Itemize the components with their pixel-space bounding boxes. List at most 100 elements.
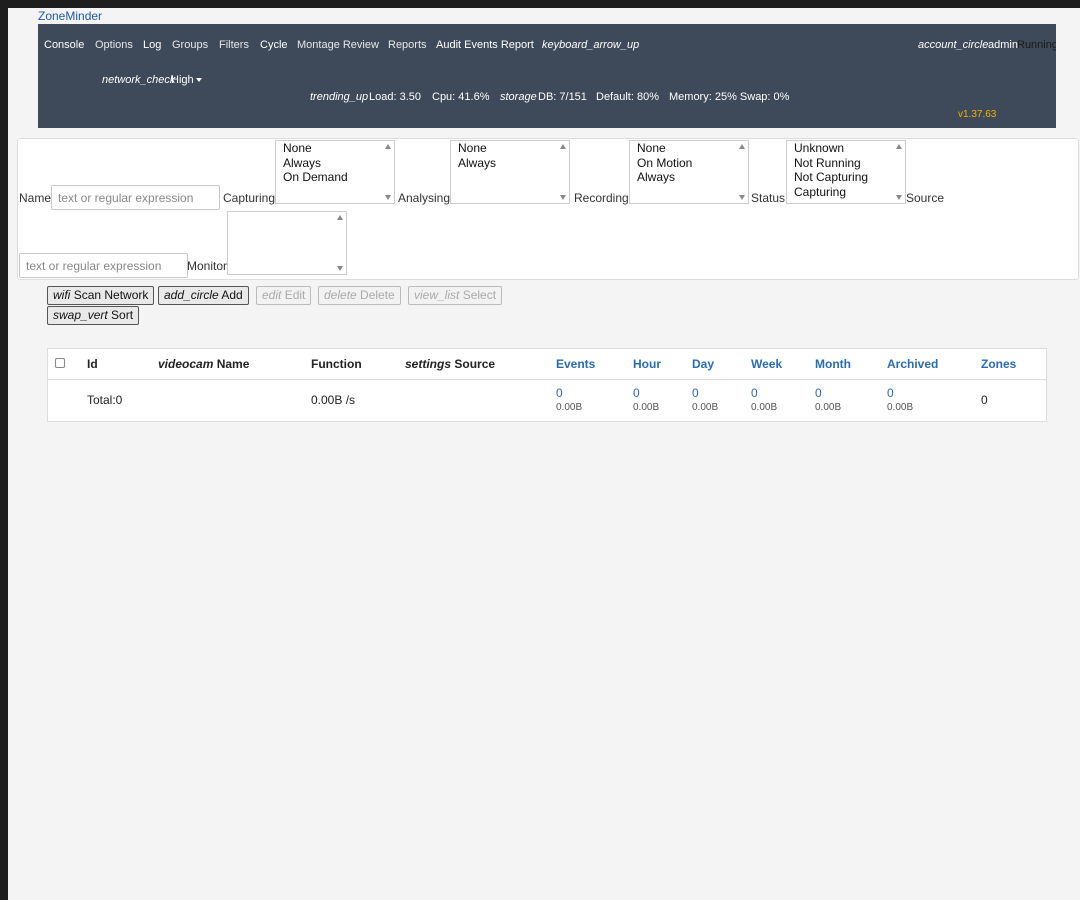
status-option[interactable]: Unknown [787, 141, 905, 156]
archived-size: 0.00B [887, 402, 914, 413]
col-name[interactable]: videocam Name [158, 357, 249, 371]
trending-up-icon: trending_up [310, 91, 369, 103]
cpu-stat: Cpu: 41.6% [432, 91, 490, 103]
brand-link[interactable]: ZoneMinder [38, 9, 102, 23]
recording-select[interactable]: None On Motion Always [629, 140, 749, 204]
user-name[interactable]: admin [988, 39, 1018, 51]
version-link[interactable]: v1.37.63 [958, 109, 996, 120]
capturing-select[interactable]: None Always On Demand [275, 140, 395, 204]
status-label: Status [751, 191, 786, 205]
recording-option[interactable]: None [630, 141, 748, 156]
scroll-down-icon[interactable] [896, 195, 902, 200]
nav-console[interactable]: Console [44, 39, 84, 51]
source-filter-input[interactable] [19, 253, 188, 278]
scrollbar[interactable] [891, 141, 905, 203]
day-count[interactable]: 0 [692, 386, 699, 400]
analysing-option[interactable]: Always [451, 156, 569, 171]
scroll-up-icon[interactable] [337, 215, 343, 220]
col-function[interactable]: Function [311, 357, 362, 371]
nav-reports[interactable]: Reports [388, 39, 427, 51]
col-day[interactable]: Day [692, 357, 714, 371]
monitor-select[interactable] [227, 211, 347, 275]
nav-options[interactable]: Options [95, 39, 133, 51]
hour-count[interactable]: 0 [633, 386, 640, 400]
scrollbar[interactable] [380, 141, 394, 203]
month-count[interactable]: 0 [815, 386, 822, 400]
recording-option[interactable]: On Motion [630, 156, 748, 171]
status-option[interactable]: Not Running [787, 156, 905, 171]
delete-icon: delete [324, 288, 357, 302]
scrollbar[interactable] [734, 141, 748, 203]
col-name-label: Name [216, 357, 250, 371]
archived-count[interactable]: 0 [887, 386, 894, 400]
scroll-down-icon[interactable] [739, 195, 745, 200]
select-label: Select [462, 288, 497, 302]
week-size: 0.00B [751, 402, 778, 413]
status-select[interactable]: Unknown Not Running Not Capturing Captur… [786, 140, 906, 204]
name-filter-input[interactable] [51, 185, 220, 210]
storage-icon: storage [500, 91, 537, 103]
nav-montage-review[interactable]: Montage Review [297, 39, 379, 51]
view-list-icon: view_list [414, 288, 460, 302]
header-divider [48, 379, 1046, 380]
edit-button[interactable]: edit Edit [256, 286, 312, 305]
default-storage-stat: Default: 80% [596, 91, 659, 103]
col-source-label: Source [454, 357, 496, 371]
col-id[interactable]: Id [87, 357, 98, 371]
keyboard-arrow-up-icon[interactable]: keyboard_arrow_up [542, 39, 639, 51]
total-function: 0.00B /s [311, 393, 356, 407]
source-label: Source [906, 191, 945, 205]
col-zones[interactable]: Zones [981, 357, 1016, 371]
scroll-down-icon[interactable] [337, 266, 343, 271]
add-button[interactable]: add_circle Add [158, 286, 249, 305]
caret-down-icon [195, 78, 202, 83]
status-option[interactable]: Not Capturing [787, 170, 905, 185]
sort-button[interactable]: swap_vert Sort [47, 306, 140, 325]
scroll-up-icon[interactable] [385, 144, 391, 149]
scan-network-button[interactable]: wifi Scan Network [47, 286, 155, 305]
bandwidth-dropdown[interactable]: High [171, 74, 202, 86]
account-circle-icon: account_circle [918, 39, 989, 51]
monitor-table: Id videocam Name Function settings Sourc… [47, 348, 1047, 422]
settings-icon: settings [405, 357, 452, 371]
scrollbar[interactable] [332, 212, 346, 274]
col-source[interactable]: settings Source [405, 357, 495, 371]
scroll-up-icon[interactable] [896, 144, 902, 149]
nav-groups[interactable]: Groups [172, 39, 208, 51]
week-count[interactable]: 0 [751, 386, 758, 400]
col-month[interactable]: Month [815, 357, 851, 371]
col-week[interactable]: Week [751, 357, 782, 371]
delete-label: Delete [360, 288, 395, 302]
scroll-up-icon[interactable] [560, 144, 566, 149]
capturing-option[interactable]: Always [276, 156, 394, 171]
select-button[interactable]: view_list Select [408, 286, 503, 305]
day-size: 0.00B [692, 402, 719, 413]
add-circle-icon: add_circle [164, 288, 219, 302]
capturing-option[interactable]: On Demand [276, 170, 394, 185]
nav-log[interactable]: Log [143, 39, 161, 51]
scrollbar[interactable] [555, 141, 569, 203]
select-all-checkbox[interactable] [55, 358, 65, 368]
status-option[interactable]: Capturing [787, 185, 905, 200]
col-archived[interactable]: Archived [887, 357, 938, 371]
capturing-option[interactable]: None [276, 141, 394, 156]
bandwidth-value: High [171, 74, 194, 86]
scroll-down-icon[interactable] [560, 195, 566, 200]
month-size: 0.00B [815, 402, 842, 413]
nav-filters[interactable]: Filters [219, 39, 249, 51]
col-events[interactable]: Events [556, 357, 595, 371]
nav-cycle[interactable]: Cycle [260, 39, 288, 51]
scroll-up-icon[interactable] [739, 144, 745, 149]
events-count[interactable]: 0 [556, 386, 563, 400]
delete-button[interactable]: delete Delete [318, 286, 401, 305]
analysing-option[interactable]: None [451, 141, 569, 156]
nav-audit-events-report[interactable]: Audit Events Report [436, 39, 534, 51]
analysing-select[interactable]: None Always [450, 140, 570, 204]
col-hour[interactable]: Hour [633, 357, 661, 371]
run-state-link[interactable]: Running [1017, 39, 1056, 51]
scroll-down-icon[interactable] [385, 195, 391, 200]
recording-option[interactable]: Always [630, 170, 748, 185]
sort-label: Sort [111, 308, 134, 322]
zones-count: 0 [981, 393, 988, 407]
add-label: Add [221, 288, 243, 302]
